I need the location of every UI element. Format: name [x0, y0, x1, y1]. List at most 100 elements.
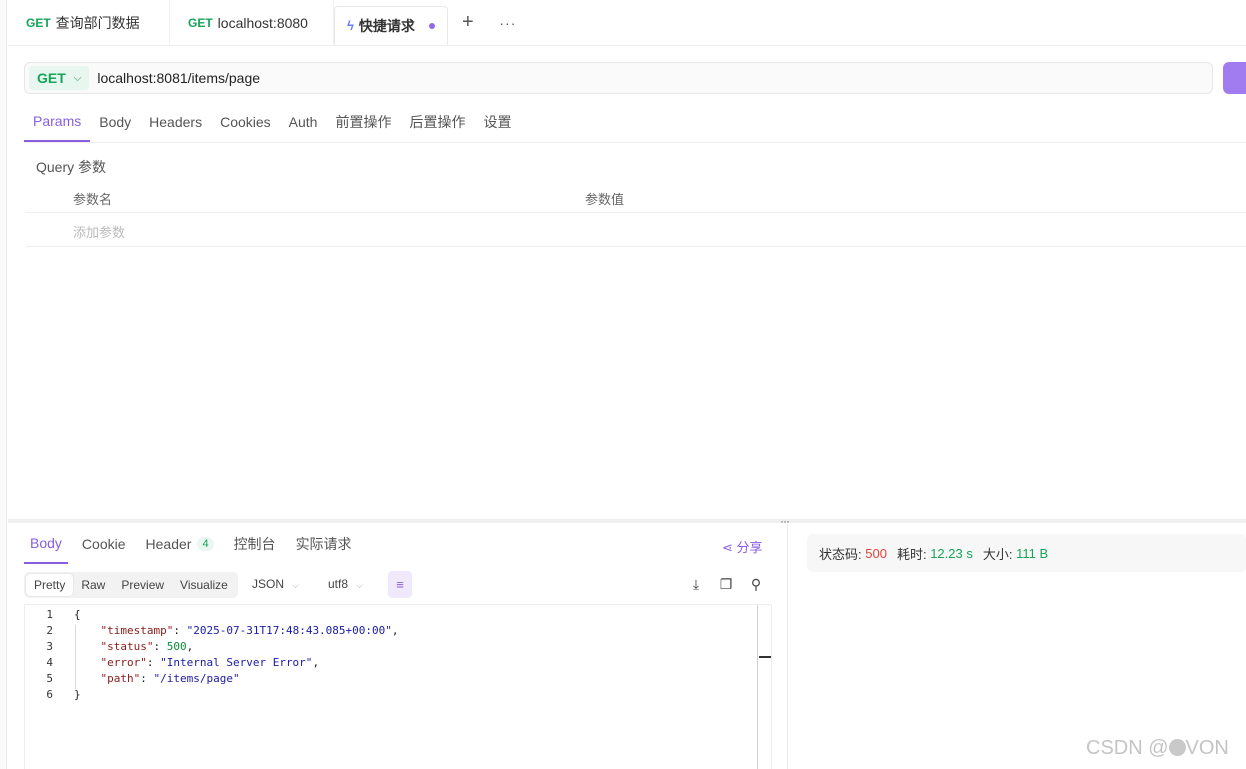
query-params-title: Query 参数	[36, 159, 107, 175]
url-bar: GET ⌵ localhost:8081/items/page	[24, 62, 1213, 94]
add-param-input[interactable]: 添加参数	[73, 222, 125, 241]
line-number: 5	[46, 672, 53, 685]
send-button[interactable]	[1223, 62, 1246, 94]
add-param-row[interactable]: 添加参数	[26, 214, 1246, 247]
view-mode-segment: Pretty Raw Preview Visualize	[24, 572, 238, 598]
tab-headers[interactable]: Headers	[140, 102, 211, 142]
left-strip	[0, 0, 7, 769]
tab-title: 查询部门数据	[55, 14, 140, 31]
tab-pre-ops[interactable]: 前置操作	[326, 102, 400, 142]
time-value: 12.23 s	[930, 545, 973, 561]
tab-settings[interactable]: 设置	[474, 102, 520, 142]
response-body-viewer[interactable]: 1{2 "timestamp": "2025-07-31T17:48:43.08…	[24, 604, 772, 769]
tab-query-dept[interactable]: GET 查询部门数据	[8, 0, 170, 45]
response-tabs: Body Cookie Header 4 控制台 实际请求	[24, 524, 772, 564]
line-number: 6	[46, 688, 53, 701]
scrollbar-thumb[interactable]	[759, 656, 771, 658]
response-tab-actual-request[interactable]: 实际请求	[290, 524, 358, 564]
tab-title: 快捷请求	[358, 17, 415, 34]
tab-label: 控制台	[233, 536, 276, 552]
format-type-select[interactable]: JSON ⌵	[252, 577, 299, 591]
share-icon: ⋖	[722, 540, 733, 555]
share-label: 分享	[736, 540, 763, 555]
response-status-bar: 状态码: 500 耗时: 12.23 s 大小: 111 B	[807, 534, 1246, 572]
line-content: "timestamp": "2025-07-31T17:48:43.085+00…	[100, 624, 399, 637]
scrollbar-track[interactable]	[757, 605, 758, 769]
word-wrap-icon[interactable]: ≡	[388, 571, 412, 598]
pane-splitter[interactable]	[8, 519, 1246, 523]
code-line: 3 "status": 500,	[25, 639, 745, 655]
tab-label: Header	[145, 536, 192, 552]
code-line: 1{	[25, 607, 745, 623]
request-tabs: Params Body Headers Cookies Auth 前置操作 后置…	[24, 102, 1246, 143]
tab-label: 实际请求	[295, 536, 352, 552]
size-label: 大小:	[982, 546, 1013, 562]
chevron-down-icon: ⌵	[356, 580, 363, 590]
watermark-suffix: VON	[1185, 737, 1229, 759]
status-code-label: 状态码:	[819, 546, 862, 562]
code-line: 2 "timestamp": "2025-07-31T17:48:43.085+…	[25, 623, 745, 639]
share-button[interactable]: ⋖ 分享	[722, 537, 763, 556]
method-select[interactable]: GET ⌵	[29, 66, 90, 90]
line-number: 1	[46, 608, 53, 621]
line-content: "error": "Internal Server Error",	[100, 656, 320, 669]
method-badge: GET	[26, 15, 51, 30]
copy-icon[interactable]: ❐	[717, 575, 735, 593]
watermark-prefix: CSDN @	[1086, 737, 1169, 759]
add-tab-button[interactable]: +	[448, 0, 488, 45]
mode-pretty[interactable]: Pretty	[26, 574, 74, 596]
format-type-label: JSON	[252, 577, 285, 591]
tab-post-ops[interactable]: 后置操作	[400, 102, 474, 142]
param-value-header: 参数值	[585, 192, 625, 207]
tab-auth[interactable]: Auth	[280, 102, 327, 142]
response-tab-header[interactable]: Header 4	[140, 524, 220, 564]
encoding-select[interactable]: utf8 ⌵	[328, 577, 363, 591]
method-label: GET	[37, 70, 66, 86]
tab-label: Body	[30, 535, 62, 551]
mode-raw[interactable]: Raw	[73, 574, 113, 596]
mode-visualize[interactable]: Visualize	[172, 574, 236, 596]
line-content: }	[74, 688, 81, 701]
status-code-value: 500	[865, 545, 887, 561]
lightning-icon: ϟ	[347, 18, 354, 33]
chevron-down-icon: ⌵	[73, 72, 82, 84]
code-line: 5 "path": "/items/page"	[25, 671, 745, 687]
header-count-badge: 4	[197, 537, 214, 551]
more-icon[interactable]: ···	[488, 0, 528, 45]
time-label: 耗时:	[896, 546, 927, 562]
line-number: 4	[46, 656, 53, 669]
format-toolbar: Pretty Raw Preview Visualize JSON ⌵ utf8 ⌵…	[24, 571, 772, 599]
size-value: 111 B	[1016, 545, 1049, 561]
search-icon[interactable]: ⚲	[747, 575, 765, 593]
line-content: {	[74, 608, 81, 621]
tab-body[interactable]: Body	[90, 102, 140, 142]
code-line: 6}	[25, 687, 745, 703]
tab-quick-request[interactable]: ϟ 快捷请求	[334, 6, 448, 45]
chevron-down-icon: ⌵	[292, 580, 299, 590]
download-icon[interactable]: ⤓	[687, 575, 705, 593]
tab-bar: GET 查询部门数据 GET localhost:8080 ϟ 快捷请求 + ·…	[8, 0, 1246, 46]
line-content: "status": 500,	[100, 640, 194, 653]
response-tab-body[interactable]: Body	[24, 524, 68, 564]
method-badge: GET	[188, 15, 213, 30]
tab-title: localhost:8080	[217, 14, 308, 31]
unsaved-dot-icon	[428, 22, 435, 29]
line-content: "path": "/items/page"	[100, 672, 240, 685]
encoding-label: utf8	[328, 577, 349, 591]
line-number: 2	[46, 624, 53, 637]
mode-preview[interactable]: Preview	[113, 574, 172, 596]
tab-localhost-8080[interactable]: GET localhost:8080	[170, 0, 334, 45]
response-tab-console[interactable]: 控制台	[228, 524, 282, 564]
avatar-icon	[1168, 739, 1186, 756]
tab-label: Cookie	[81, 536, 126, 552]
response-tab-cookie[interactable]: Cookie	[76, 524, 132, 564]
pane-divider	[787, 524, 788, 769]
watermark: CSDN @ VON	[1086, 737, 1229, 760]
params-table-header: 参数名 参数值	[26, 181, 1246, 213]
url-input[interactable]: localhost:8081/items/page	[97, 70, 260, 86]
code-line: 4 "error": "Internal Server Error",	[25, 655, 745, 671]
tab-params[interactable]: Params	[24, 102, 91, 142]
tab-cookies[interactable]: Cookies	[211, 102, 280, 142]
param-name-header: 参数名	[73, 192, 113, 207]
line-number: 3	[46, 640, 53, 653]
